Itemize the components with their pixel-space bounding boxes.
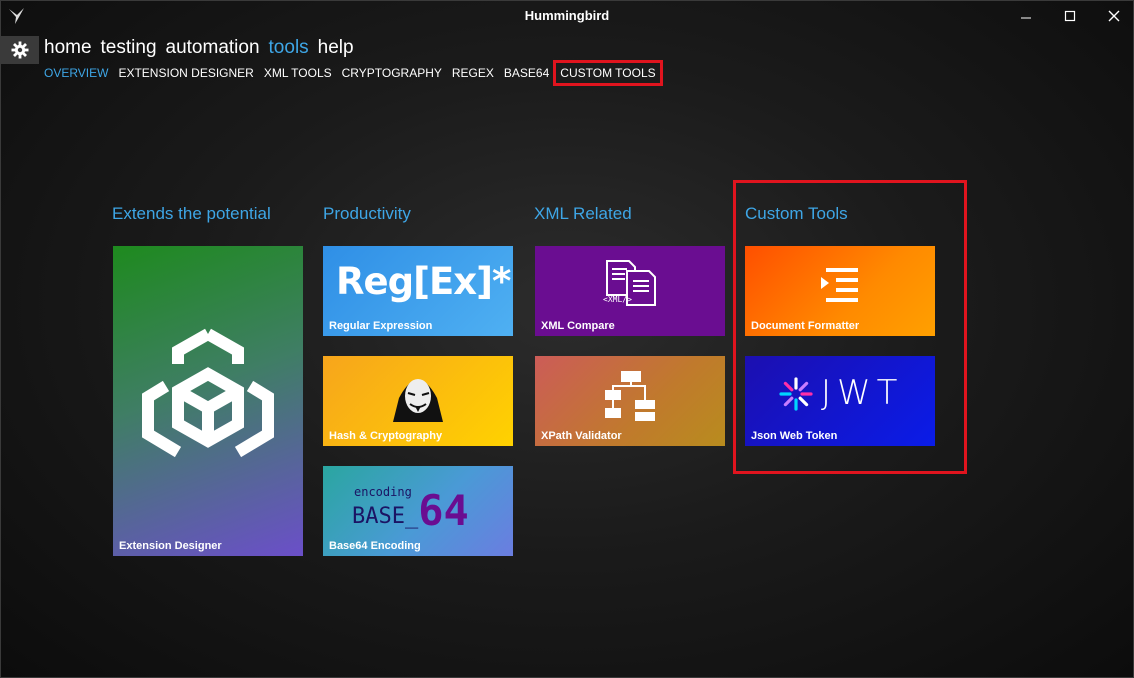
tile-extension-designer[interactable]: Extension Designer	[113, 246, 303, 556]
settings-button[interactable]	[1, 36, 39, 64]
minimize-button[interactable]	[1004, 1, 1048, 31]
main-nav: home testing automation tools help	[44, 37, 354, 59]
base64-number-text: 64	[418, 486, 469, 535]
tile-xpath-validator[interactable]: XPath Validator	[535, 356, 725, 446]
tile-label: XML Compare	[541, 320, 615, 332]
sub-nav: OVERVIEW EXTENSION DESIGNER XML TOOLS CR…	[44, 60, 663, 86]
tile-label: Hash & Cryptography	[329, 430, 443, 442]
extension-cube-icon	[142, 328, 274, 458]
tile-label: Regular Expression	[329, 320, 433, 332]
group-title-productivity: Productivity	[323, 204, 411, 223]
regex-logo: Reg[Ex]*	[336, 260, 511, 303]
tile-label: Extension Designer	[119, 540, 222, 552]
title-bar: Hummingbird	[1, 1, 1133, 33]
tab-base64[interactable]: BASE64	[504, 66, 549, 80]
base64-logo: BASE_64	[352, 486, 469, 535]
group-title-xml: XML Related	[534, 204, 632, 223]
hierarchy-icon	[605, 371, 655, 421]
gear-icon	[11, 41, 29, 59]
hummingbird-logo-icon	[9, 8, 24, 24]
tab-xml-tools[interactable]: XML TOOLS	[264, 66, 332, 80]
nav-automation[interactable]: automation	[166, 37, 260, 59]
nav-help[interactable]: help	[318, 37, 354, 59]
tab-overview[interactable]: OVERVIEW	[44, 66, 108, 80]
tab-extension-designer[interactable]: EXTENSION DESIGNER	[118, 66, 253, 80]
group-title-extends: Extends the potential	[112, 204, 271, 223]
tab-custom-tools[interactable]: CUSTOM TOOLS	[553, 60, 663, 86]
tile-hash-cryptography[interactable]: Hash & Cryptography	[323, 356, 513, 446]
tab-regex[interactable]: REGEX	[452, 66, 494, 80]
hacker-mask-icon	[393, 379, 443, 422]
base64-main-text: BASE_	[352, 504, 419, 529]
tile-xml-compare[interactable]: <XML/> XML Compare	[535, 246, 725, 336]
xml-tag-text: <XML/>	[603, 295, 632, 304]
close-button[interactable]	[1092, 1, 1134, 31]
tile-label: XPath Validator	[541, 430, 622, 442]
minimize-icon	[1021, 17, 1031, 19]
window-title: Hummingbird	[524, 8, 610, 23]
custom-tools-highlight	[733, 180, 967, 474]
close-icon	[1108, 10, 1120, 22]
nav-tools[interactable]: tools	[269, 37, 309, 59]
nav-testing[interactable]: testing	[101, 37, 157, 59]
tile-regular-expression[interactable]: Reg[Ex]* Regular Expression	[323, 246, 513, 336]
maximize-button[interactable]	[1048, 1, 1092, 31]
nav-home[interactable]: home	[44, 37, 92, 59]
tab-cryptography[interactable]: CRYPTOGRAPHY	[342, 66, 442, 80]
tile-label: Base64 Encoding	[329, 540, 421, 552]
maximize-icon	[1064, 10, 1076, 22]
tile-base64-encoding[interactable]: encoding BASE_64 Base64 Encoding	[323, 466, 513, 556]
